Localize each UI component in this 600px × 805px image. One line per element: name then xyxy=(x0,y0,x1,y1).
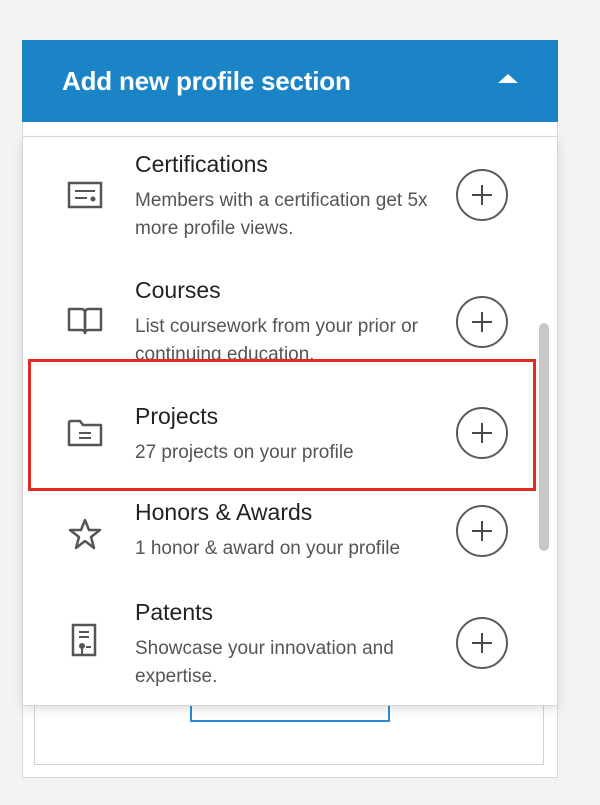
add-honors-awards-button[interactable] xyxy=(456,505,508,557)
section-title: Projects xyxy=(135,403,219,429)
list-item-patents[interactable]: Patents Showcase your innovation and exp… xyxy=(23,589,531,705)
folder-icon xyxy=(67,419,103,447)
section-title: Courses xyxy=(135,277,221,303)
section-description: 1 honor & award on your profile xyxy=(135,538,401,559)
book-icon xyxy=(67,307,103,335)
add-patents-button[interactable] xyxy=(456,617,508,669)
list-item-projects[interactable]: Projects 27 projects on your profile xyxy=(23,363,531,493)
list-item-courses[interactable]: Courses List coursework from your prior … xyxy=(23,261,531,371)
add-courses-button[interactable] xyxy=(456,296,508,348)
section-description: 27 projects on your profile xyxy=(135,442,354,463)
section-description: Showcase your innovation and expertise. xyxy=(135,638,394,687)
star-icon xyxy=(68,518,102,550)
list-item-honors-awards[interactable]: Honors & Awards 1 honor & award on your … xyxy=(23,493,531,589)
caret-up-icon[interactable] xyxy=(498,74,518,83)
section-title: Certifications xyxy=(135,151,268,177)
certificate-icon xyxy=(67,181,103,209)
section-description: List coursework from your prior or conti… xyxy=(135,316,418,359)
scrollbar-thumb[interactable] xyxy=(539,323,549,551)
section-title: Patents xyxy=(135,599,213,625)
add-certifications-button[interactable] xyxy=(456,169,508,221)
add-profile-section-header[interactable]: Add new profile section xyxy=(22,40,558,122)
patent-icon xyxy=(71,623,97,657)
header-title: Add new profile section xyxy=(62,66,351,96)
list-item-certifications[interactable]: Certifications Members with a certificat… xyxy=(23,137,531,257)
section-description: Members with a certification get 5x more… xyxy=(135,190,428,239)
section-title: Honors & Awards xyxy=(135,499,313,525)
section-dropdown: Certifications Members with a certificat… xyxy=(22,136,558,706)
add-projects-button[interactable] xyxy=(456,407,508,459)
